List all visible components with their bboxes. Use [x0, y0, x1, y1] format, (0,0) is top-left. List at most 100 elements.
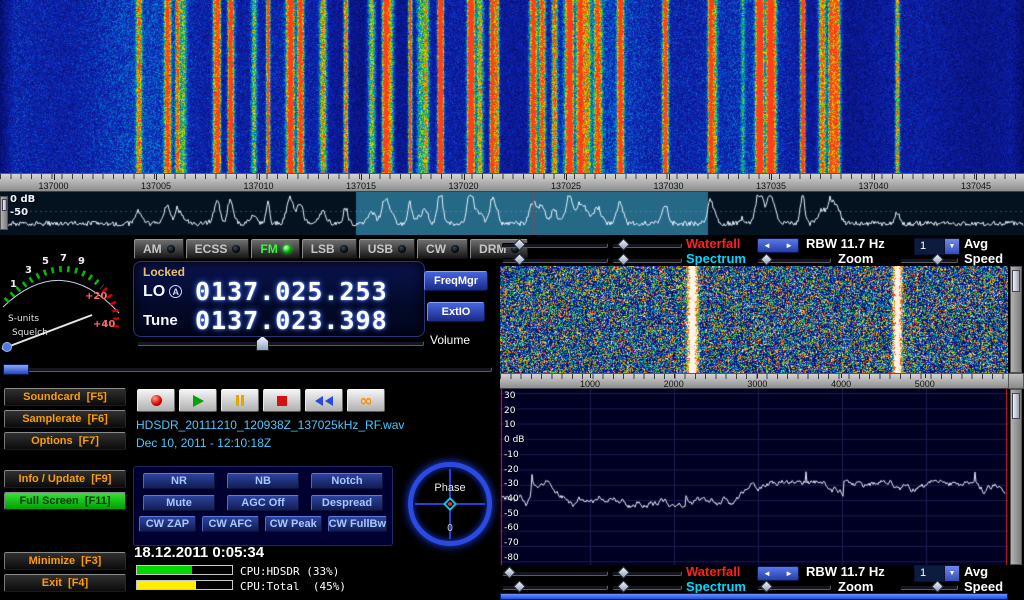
main-spectrum-scale-slider[interactable]	[0, 196, 8, 230]
recording-timestamp: Dec 10, 2011 - 12:10:18Z	[136, 436, 271, 450]
pause-button[interactable]	[221, 389, 259, 412]
band-pager-bottom[interactable]: ◄ ►	[757, 566, 799, 581]
slider-thumb[interactable]	[2, 199, 7, 211]
spectrum-contrast-slider-bottom[interactable]	[612, 585, 682, 590]
stop-button[interactable]	[263, 389, 301, 412]
menu-button-exit[interactable]: Exit [F4]	[4, 574, 126, 592]
date-time-display: 18.12.2011 0:05:34	[134, 544, 264, 561]
s-meter[interactable]: 1 3 5 7 9 +20 +40 S-units Squelch	[0, 237, 130, 363]
waterfall-contrast-slider[interactable]	[612, 243, 682, 248]
slider-thumb[interactable]	[503, 566, 516, 579]
slider-thumb[interactable]	[931, 253, 944, 266]
slider-thumb[interactable]	[760, 580, 773, 593]
main-spectrum-display[interactable]	[0, 192, 1024, 235]
squelch-slider[interactable]	[2, 367, 492, 372]
dsp-button-nb[interactable]: NB	[227, 473, 299, 489]
lo-lock-badge-icon[interactable]: A	[169, 285, 182, 298]
rbw-value-label: RBW 11.7 Hz	[806, 236, 885, 251]
tune-frequency-value[interactable]: 0137.023.398	[195, 306, 388, 335]
dsp-button-nr[interactable]: NR	[143, 473, 215, 489]
loop-button[interactable]: ∞	[347, 389, 385, 412]
scrollbar-thumb[interactable]	[1012, 393, 1020, 419]
menu-button-soundcard[interactable]: Soundcard [F5]	[4, 388, 126, 406]
menu-button-info-update[interactable]: Info / Update [F9]	[4, 470, 126, 488]
slider-thumb[interactable]	[617, 253, 630, 266]
play-button[interactable]	[179, 389, 217, 412]
slider-thumb[interactable]	[617, 566, 630, 579]
scrollbar-thumb[interactable]	[1012, 270, 1020, 292]
record-button[interactable]	[137, 389, 175, 412]
mode-label: USB	[368, 242, 393, 256]
pager-right-icon[interactable]: ►	[785, 569, 793, 578]
main-frequency-ruler[interactable]: 1370001370051370101370151370201370251370…	[0, 173, 1024, 192]
dsp-button-cw-afc[interactable]: CW AFC	[202, 516, 259, 532]
af-waterfall-scrollbar[interactable]	[1010, 266, 1022, 373]
mode-button-fm[interactable]: FM	[251, 239, 299, 259]
spectrum-contrast-slider[interactable]	[612, 258, 682, 263]
main-spectrum-db-mid-label: -50	[10, 207, 28, 218]
lo-frequency-row[interactable]: LOA 0137.025.253	[143, 277, 388, 306]
menu-button-samplerate[interactable]: Samplerate [F6]	[4, 410, 126, 428]
speed-slider[interactable]	[900, 258, 958, 263]
mode-button-ecss[interactable]: ECSS	[186, 239, 250, 259]
slider-thumb[interactable]	[617, 580, 630, 593]
waterfall-brightness-slider-bottom[interactable]	[502, 571, 608, 576]
slider-thumb[interactable]	[931, 580, 944, 593]
dsp-button-agc-off[interactable]: AGC Off	[227, 495, 299, 511]
zoom-slider-bottom[interactable]	[757, 585, 831, 590]
rewind-button[interactable]	[305, 389, 343, 412]
dsp-button-cw-peak[interactable]: CW Peak	[265, 516, 322, 532]
dsp-button-mute[interactable]: Mute	[143, 495, 215, 511]
squelch-knob[interactable]	[3, 343, 12, 352]
menu-button-minimize[interactable]: Minimize [F3]	[4, 552, 126, 570]
af-spectrum-display[interactable]	[500, 389, 1008, 565]
lo-frequency-value[interactable]: 0137.025.253	[195, 277, 388, 306]
af-waterfall-display[interactable]	[500, 266, 1008, 373]
volume-slider-thumb[interactable]	[256, 336, 269, 351]
mode-led-icon	[232, 245, 240, 253]
zoom-slider[interactable]	[757, 258, 831, 263]
s-units-label: S-units	[8, 314, 39, 324]
dsp-button-despread[interactable]: Despread	[311, 495, 383, 511]
waterfall-brightness-slider[interactable]	[502, 243, 608, 248]
af-pan-scrollbar[interactable]	[500, 593, 1008, 600]
dsp-button-cw-fullbw[interactable]: CW FullBw	[328, 516, 387, 532]
speed-slider-bottom[interactable]	[900, 585, 958, 590]
mode-button-lsb[interactable]: LSB	[302, 239, 357, 259]
dsp-button-cw-zap[interactable]: CW ZAP	[139, 516, 196, 532]
pager-left-icon[interactable]: ◄	[763, 569, 771, 578]
freqmgr-button[interactable]: FreqMgr	[424, 271, 488, 291]
main-waterfall-display[interactable]	[0, 0, 1024, 173]
pager-right-icon[interactable]: ►	[785, 241, 793, 250]
squelch-slider-thumb[interactable]	[3, 364, 29, 375]
extio-button[interactable]: ExtIO	[427, 302, 485, 322]
slider-thumb[interactable]	[617, 238, 630, 251]
mode-button-usb[interactable]: USB	[359, 239, 415, 259]
dropdown-arrow-icon[interactable]: ▼	[944, 239, 959, 254]
ruler-tick-label: 137000	[28, 181, 80, 191]
spectrum-brightness-slider-bottom[interactable]	[502, 585, 608, 590]
phase-control[interactable]: Phase 0	[408, 462, 492, 546]
pager-left-icon[interactable]: ◄	[763, 241, 771, 250]
menu-button-fullscreen[interactable]: Full Screen [F11]	[4, 492, 126, 510]
phase-title: Phase	[413, 482, 487, 494]
dropdown-value: 1	[915, 239, 944, 254]
mode-label: ECSS	[195, 242, 228, 256]
mode-button-cw[interactable]: CW	[417, 239, 468, 259]
menu-button-options[interactable]: Options [F7]	[4, 432, 126, 450]
db-axis-label: -80	[504, 553, 538, 563]
tune-frequency-row[interactable]: Tune 0137.023.398	[143, 306, 388, 335]
s-meter-tick-9: 9	[78, 256, 85, 267]
spectrum-brightness-slider[interactable]	[502, 258, 608, 263]
slider-thumb[interactable]	[513, 580, 526, 593]
af-spectrum-scrollbar[interactable]	[1010, 389, 1022, 565]
volume-slider[interactable]	[137, 341, 424, 346]
band-pager[interactable]: ◄ ►	[757, 238, 799, 253]
mode-button-am[interactable]: AM	[134, 239, 184, 259]
slider-thumb[interactable]	[760, 253, 773, 266]
waterfall-contrast-slider-bottom[interactable]	[612, 571, 682, 576]
phase-dial[interactable]: Phase 0	[408, 462, 492, 546]
dsp-button-notch[interactable]: Notch	[311, 473, 383, 489]
af-frequency-ruler[interactable]: 10002000300040005000	[500, 373, 1008, 389]
dropdown-arrow-icon[interactable]: ▼	[944, 566, 959, 581]
